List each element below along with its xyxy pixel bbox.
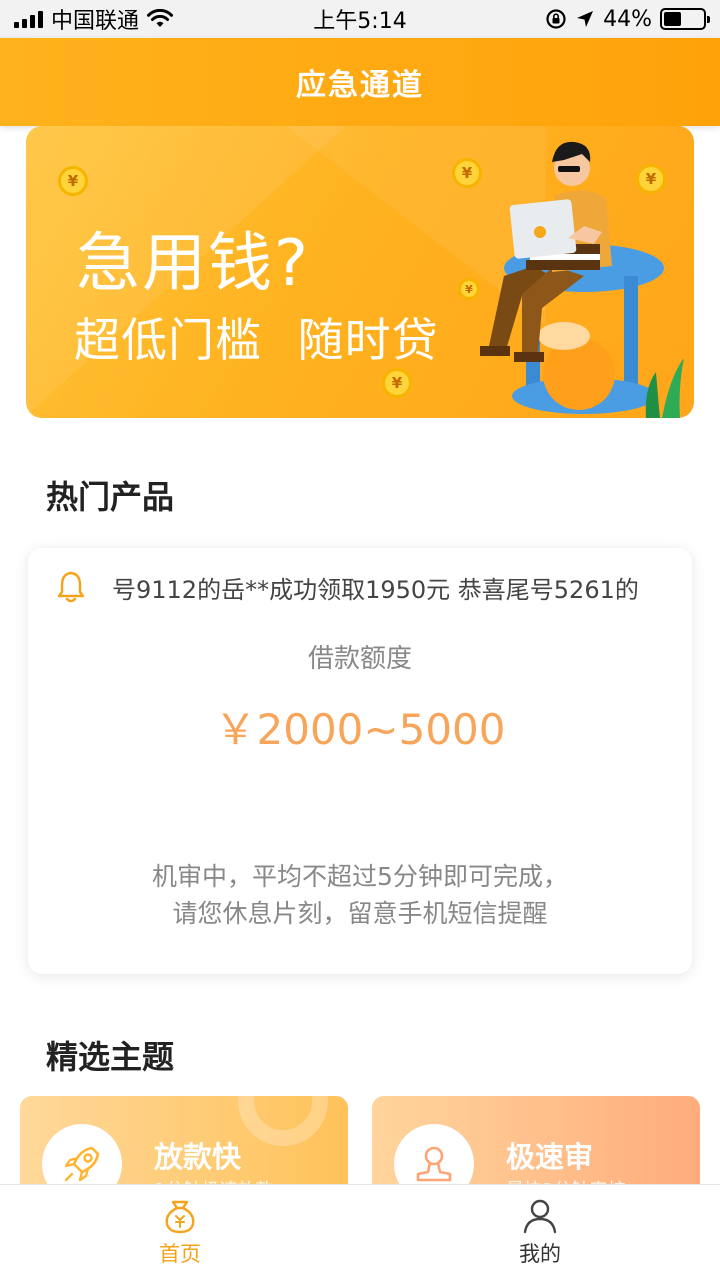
tab-me-label: 我的 (519, 1241, 561, 1266)
theme-title: 放款快 (154, 1140, 242, 1174)
banner-subtitle: 超低门槛 随时贷 (74, 313, 439, 367)
review-line-1: 机审中，平均不超过5分钟即可完成， (152, 862, 568, 891)
status-bar: 中国联通 上午5:14 44% (0, 0, 720, 38)
battery-percent: 44% (603, 6, 652, 32)
product-card[interactable]: 号9112的岳**成功领取1950元 恭喜尾号5261的 借款额度 ￥2000~… (28, 548, 692, 974)
review-message: 机审中，平均不超过5分钟即可完成， 请您休息片刻，留意手机短信提醒 (28, 858, 692, 932)
tab-home-label: 首页 (159, 1241, 201, 1266)
amount-label: 借款额度 (307, 644, 412, 674)
signal-icon (14, 10, 43, 28)
location-arrow-icon (577, 11, 594, 27)
rotation-lock-icon (546, 9, 566, 29)
notice-text: 号9112的岳**成功领取1950元 恭喜尾号5261的 (112, 575, 639, 604)
app-screen: 中国联通 上午5:14 44% 应急通道 ¥ ¥ ¥ ¥ ¥ 急用钱? 超低门槛… (0, 0, 720, 1280)
tab-home[interactable]: 首页 (0, 1185, 360, 1280)
nav-header: 应急通道 (0, 38, 720, 126)
money-bag-icon (165, 1200, 195, 1233)
page-title: 应急通道 (296, 68, 424, 103)
themes-title: 精选主题 (46, 1038, 175, 1076)
notice-bar: 号9112的岳**成功领取1950元 恭喜尾号5261的 (56, 566, 676, 608)
wifi-icon (147, 9, 174, 27)
coin-icon: ¥ (382, 368, 412, 398)
theme-title: 极速审 (506, 1140, 594, 1174)
tab-me[interactable]: 我的 (360, 1185, 720, 1280)
battery-icon (660, 8, 710, 30)
carrier-name: 中国联通 (51, 9, 140, 34)
coin-icon: ¥ (58, 166, 88, 196)
person-laptop-illustration (480, 141, 684, 418)
tab-bar: 首页 我的 (0, 1184, 720, 1280)
user-icon (523, 1199, 557, 1233)
hot-products-title: 热门产品 (46, 478, 175, 516)
loan-amount: ￥2000~5000 (214, 705, 506, 754)
promo-banner[interactable]: ¥ ¥ ¥ ¥ ¥ 急用钱? 超低门槛 随时贷 (26, 126, 694, 418)
banner-title: 急用钱? (76, 227, 310, 301)
review-line-2: 请您休息片刻，留意手机短信提醒 (172, 899, 548, 928)
bell-icon (57, 571, 85, 603)
